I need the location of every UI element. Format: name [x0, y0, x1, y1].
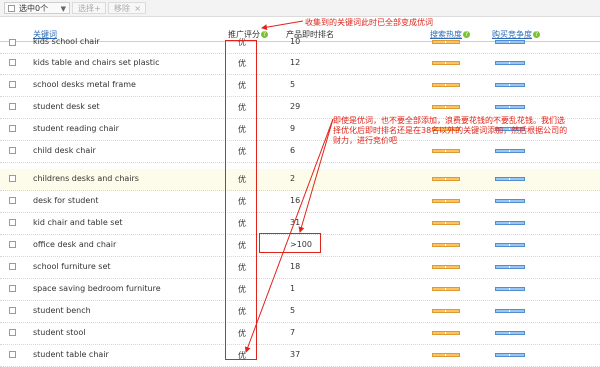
arrow-to-rank — [298, 118, 334, 233]
arrow-top — [261, 20, 304, 31]
arrow-to-rating — [244, 118, 334, 353]
annotation-arrows — [244, 20, 334, 353]
